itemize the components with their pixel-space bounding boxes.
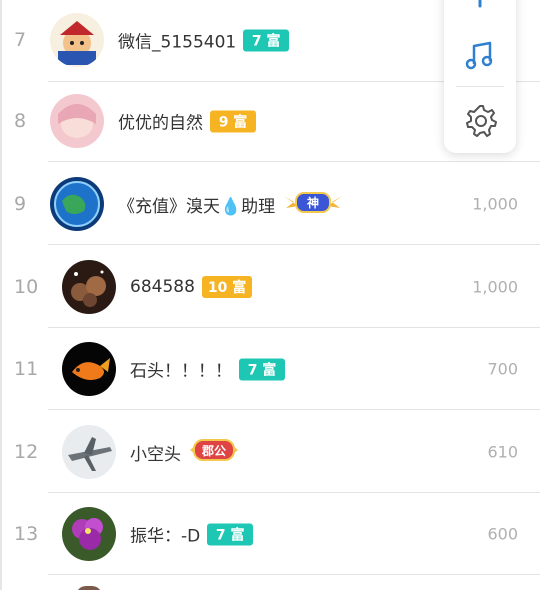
avatar[interactable] — [50, 94, 104, 148]
user-name: 684588 — [130, 277, 195, 297]
user-info: 684588 10 富 — [130, 276, 253, 298]
contribution-value: 1,000 — [472, 277, 518, 297]
contribution-value: 600 — [487, 524, 518, 544]
rank-number: 8 — [14, 110, 27, 132]
rank-number: 10 — [14, 276, 39, 298]
avatar[interactable] — [62, 507, 116, 561]
avatar[interactable] — [76, 586, 102, 590]
list-item[interactable]: 13 振华：-D 7 富 600 — [0, 493, 540, 575]
wealth-level-badge: 7 富 — [239, 358, 285, 380]
wealth-level-badge: 10 富 — [201, 276, 253, 298]
god-badge-text: 神 — [307, 195, 319, 210]
list-item[interactable]: 12 小空头 郡公 610 — [0, 411, 540, 493]
user-name: 振华：-D — [130, 526, 201, 547]
user-info: 小空头 郡公 — [130, 437, 240, 467]
contribution-value: 700 — [487, 359, 518, 379]
avatar[interactable] — [50, 177, 104, 231]
user-name: 《充值》溴天💧助理 — [118, 196, 276, 217]
wealth-level-badge: 7 富 — [207, 523, 254, 545]
duke-rank-badge: 郡公 — [188, 437, 240, 467]
rank-number: 12 — [14, 441, 39, 463]
user-info: 优优的自然 9 富 — [118, 109, 256, 134]
rank-number: 9 — [14, 193, 27, 215]
plus-icon[interactable] — [462, 0, 498, 26]
duke-badge-text: 郡公 — [201, 444, 226, 458]
user-name: 微信_5155401 — [118, 32, 237, 53]
user-name: 石头！！！！ — [130, 361, 232, 382]
row-divider — [48, 409, 540, 410]
rank-number: 13 — [14, 523, 39, 545]
rank-number: 7 — [14, 29, 27, 51]
panel-divider — [456, 86, 504, 87]
music-note-icon[interactable] — [462, 38, 498, 74]
user-name: 小空头 — [130, 444, 181, 465]
avatar[interactable] — [50, 13, 104, 67]
row-divider — [48, 574, 540, 575]
list-item[interactable]: 11 石头！！！！ 7 富 700 — [0, 328, 540, 410]
row-divider — [48, 244, 540, 245]
contribution-value: 610 — [487, 442, 518, 462]
avatar[interactable] — [62, 260, 116, 314]
user-info: 石头！！！！ 7 富 — [130, 357, 285, 382]
floating-action-panel — [444, 0, 516, 153]
avatar[interactable] — [62, 425, 116, 479]
user-name: 优优的自然 — [118, 113, 203, 134]
row-divider — [48, 161, 540, 162]
contribution-value: 1,000 — [472, 194, 518, 214]
list-item[interactable]: 9 《充值》溴天💧助理 神 1,000 — [0, 163, 540, 245]
avatar[interactable] — [62, 342, 116, 396]
user-info: 《充值》溴天💧助理 神 — [118, 188, 344, 220]
gear-icon[interactable] — [462, 102, 498, 138]
god-rank-badge: 神 — [282, 188, 344, 220]
wealth-level-badge: 7 富 — [243, 29, 290, 51]
user-info: 微信_5155401 7 富 — [118, 28, 290, 53]
list-item[interactable]: 10 684588 10 富 1,000 — [0, 246, 540, 328]
user-info: 振华：-D 7 富 — [130, 522, 254, 547]
wealth-level-badge: 9 富 — [210, 110, 256, 132]
list-item[interactable] — [0, 576, 540, 590]
rank-number: 11 — [14, 358, 39, 380]
